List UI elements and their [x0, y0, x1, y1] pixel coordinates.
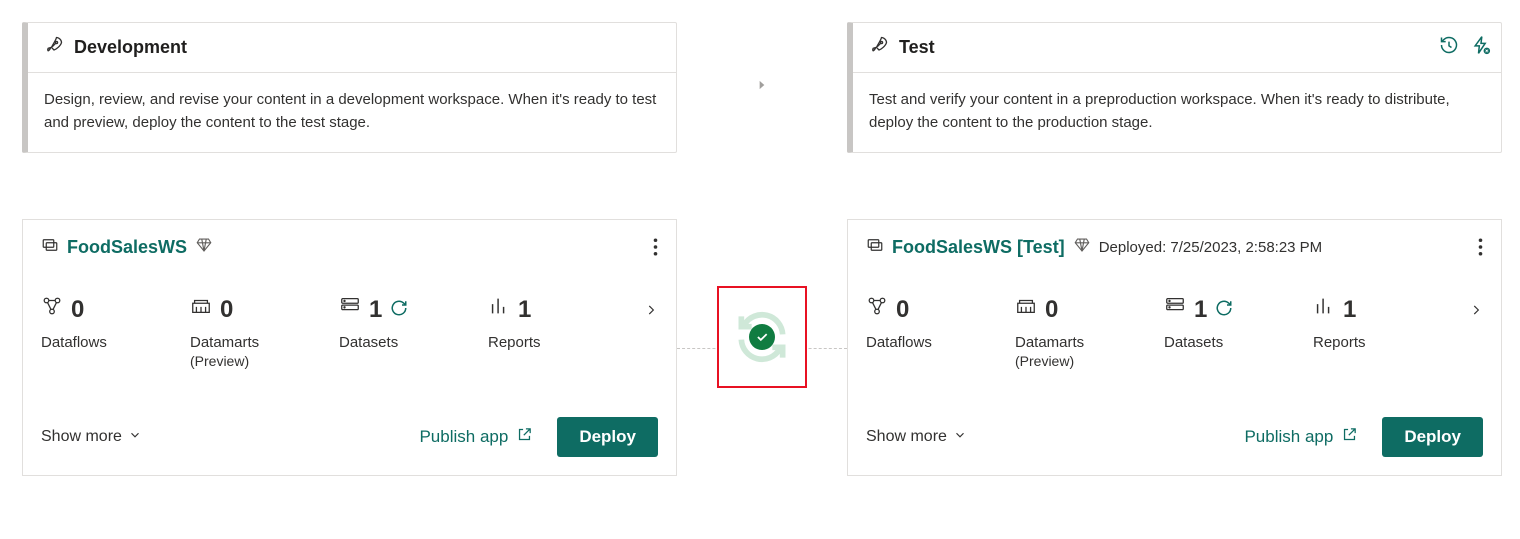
- refresh-icon[interactable]: [1215, 296, 1233, 324]
- stat-datamarts: 0 Datamarts (Preview): [1015, 295, 1120, 369]
- stat-sublabel: (Preview): [1015, 353, 1120, 369]
- stat-label: Datamarts: [1015, 334, 1120, 351]
- chevron-right-icon[interactable]: [755, 78, 769, 97]
- stat-value: 1: [1194, 296, 1207, 324]
- datasets-icon: [1164, 295, 1186, 324]
- workspace-name[interactable]: FoodSalesWS: [67, 237, 187, 258]
- stat-value: 0: [1045, 296, 1058, 324]
- settings-bolt-icon[interactable]: [1471, 35, 1491, 60]
- stat-value: 0: [71, 296, 84, 324]
- premium-diamond-icon: [195, 236, 213, 259]
- reports-icon: [488, 295, 510, 324]
- show-more-button[interactable]: Show more: [41, 428, 142, 447]
- stat-reports: 1 Reports: [1313, 295, 1418, 351]
- datamarts-icon: [1015, 295, 1037, 324]
- stats-chevron-right-icon[interactable]: [644, 299, 658, 326]
- publish-app-label: Publish app: [1244, 427, 1333, 447]
- reports-icon: [1313, 295, 1335, 324]
- stat-dataflows: 0 Dataflows: [41, 295, 146, 351]
- stage-description: Design, review, and revise your content …: [28, 73, 676, 152]
- publish-app-link[interactable]: Publish app: [1244, 426, 1358, 448]
- stat-label: Datasets: [339, 334, 444, 351]
- workspace-icon: [41, 236, 59, 259]
- external-link-icon: [1341, 426, 1358, 448]
- premium-diamond-icon: [1073, 236, 1091, 259]
- stats-chevron-right-icon[interactable]: [1469, 299, 1483, 326]
- stage-card-development: Development Design, review, and revise y…: [22, 22, 677, 153]
- stat-value: 0: [220, 296, 233, 324]
- stat-value: 0: [896, 296, 909, 324]
- rocket-icon: [44, 35, 64, 60]
- publish-app-label: Publish app: [419, 427, 508, 447]
- stat-sublabel: (Preview): [190, 353, 295, 369]
- stage-arrow-column: [677, 22, 847, 153]
- deploy-button[interactable]: Deploy: [1382, 417, 1483, 457]
- stage-title: Test: [899, 37, 935, 58]
- show-more-button[interactable]: Show more: [866, 428, 967, 447]
- dataflows-icon: [41, 295, 63, 324]
- chevron-down-icon: [953, 428, 967, 447]
- sync-status-highlight: [717, 286, 807, 388]
- datamarts-icon: [190, 295, 212, 324]
- show-more-label: Show more: [866, 428, 947, 446]
- datasets-icon: [339, 295, 361, 324]
- stage-title: Development: [74, 37, 187, 58]
- stat-datamarts: 0 Datamarts (Preview): [190, 295, 295, 369]
- show-more-label: Show more: [41, 428, 122, 446]
- stat-label: Datamarts: [190, 334, 295, 351]
- stage-card-test: Test Test and verify your content in a p…: [847, 22, 1502, 153]
- more-menu-button[interactable]: [653, 238, 658, 261]
- check-badge-icon: [749, 324, 775, 350]
- deploy-button[interactable]: Deploy: [557, 417, 658, 457]
- workspace-card-dev: FoodSalesWS 0 Dataflows: [22, 219, 677, 476]
- stat-value: 1: [518, 296, 531, 324]
- more-menu-button[interactable]: [1478, 238, 1483, 261]
- workspace-icon: [866, 236, 884, 259]
- stage-header: Test: [853, 23, 1501, 73]
- stage-header: Development: [28, 23, 676, 73]
- stat-dataflows: 0 Dataflows: [866, 295, 971, 351]
- stat-datasets: 1 Datasets: [339, 295, 444, 351]
- deployed-timestamp: Deployed: 7/25/2023, 2:58:23 PM: [1099, 239, 1323, 256]
- rocket-icon: [869, 35, 889, 60]
- stat-label: Reports: [488, 334, 593, 351]
- stat-label: Datasets: [1164, 334, 1269, 351]
- dataflows-icon: [866, 295, 888, 324]
- stat-label: Dataflows: [41, 334, 146, 351]
- workspace-card-test: FoodSalesWS [Test] Deployed: 7/25/2023, …: [847, 219, 1502, 476]
- workspace-name[interactable]: FoodSalesWS [Test]: [892, 237, 1065, 258]
- external-link-icon: [516, 426, 533, 448]
- history-icon[interactable]: [1439, 35, 1459, 60]
- chevron-down-icon: [128, 428, 142, 447]
- stat-value: 1: [369, 296, 382, 324]
- stat-value: 1: [1343, 296, 1356, 324]
- stat-reports: 1 Reports: [488, 295, 593, 351]
- stage-description: Test and verify your content in a prepro…: [853, 73, 1501, 152]
- sync-status-column: [677, 219, 847, 476]
- stat-datasets: 1 Datasets: [1164, 295, 1269, 351]
- stat-label: Dataflows: [866, 334, 971, 351]
- refresh-icon[interactable]: [390, 296, 408, 324]
- stat-label: Reports: [1313, 334, 1418, 351]
- publish-app-link[interactable]: Publish app: [419, 426, 533, 448]
